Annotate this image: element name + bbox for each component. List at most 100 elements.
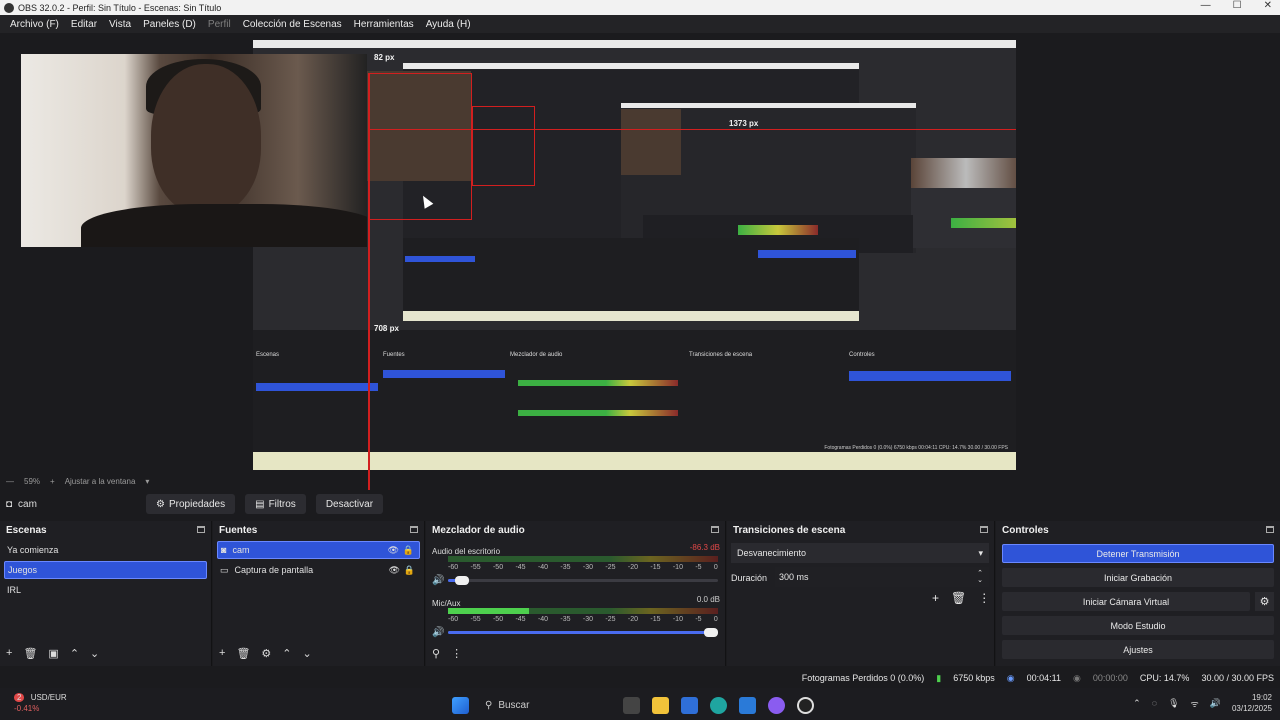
scale-tick: -30: [582, 616, 594, 623]
task-view-icon[interactable]: [623, 696, 640, 714]
menu-paneles[interactable]: Paneles (D): [137, 19, 202, 30]
duration-input[interactable]: 300 ms ⌃ ⌄: [775, 567, 989, 587]
properties-button[interactable]: ⚙ Propiedades: [146, 494, 236, 514]
scenes-toolbar: + 🗑 ▣ ⌃ ⌄: [6, 647, 99, 660]
source-item-selected[interactable]: ◙ cam 👁 🔒: [217, 541, 420, 559]
eye-icon[interactable]: 👁: [389, 565, 400, 576]
link-icon[interactable]: ⚲: [432, 647, 440, 660]
more-icon[interactable]: ⋮: [451, 647, 462, 660]
properties-label: Propiedades: [168, 498, 226, 510]
zoom-plus[interactable]: +: [50, 477, 55, 486]
volume-slider[interactable]: [448, 576, 718, 585]
trash-icon[interactable]: 🗑: [236, 647, 250, 660]
volume-slider[interactable]: [448, 628, 718, 637]
menu-bar: Archivo (F) Editar Vista Paneles (D) Per…: [0, 15, 1280, 33]
menu-editar[interactable]: Editar: [65, 19, 103, 30]
zoom-level[interactable]: 59%: [24, 477, 40, 486]
windows-start-icon[interactable]: [452, 696, 469, 714]
eye-icon[interactable]: 👁: [388, 545, 399, 556]
scale-tick: -25: [605, 616, 616, 623]
volume-knob[interactable]: [704, 628, 718, 637]
chevron-up-icon[interactable]: ⌃: [1133, 698, 1141, 709]
scale-tick: -30: [582, 564, 594, 571]
zoom-bar: — 59% + Ajustar a la ventana ▾: [0, 473, 1280, 489]
start-recording-button[interactable]: Iniciar Grabación: [1002, 568, 1274, 587]
obs-taskbar-icon[interactable]: [797, 696, 814, 714]
mixer-channel-desktop: Audio del escritorio -86.3 dB -60 -55 -50-…: [432, 543, 722, 586]
taskbar-search[interactable]: ⚲ Buscar: [481, 694, 611, 716]
measure-top-label: 82 px: [374, 53, 395, 62]
edge-icon[interactable]: [710, 696, 727, 714]
studio-mode-button[interactable]: Modo Estudio: [1002, 616, 1274, 635]
dock-menu-icon[interactable]: [1266, 526, 1274, 533]
scene-item-selected[interactable]: Juegos: [4, 561, 207, 579]
volume-knob[interactable]: [454, 576, 469, 585]
wifi-icon[interactable]: ᯤ: [1191, 697, 1199, 710]
chevron-down-icon[interactable]: ▾: [145, 477, 149, 486]
scene-item[interactable]: IRL: [4, 581, 207, 599]
lock-icon[interactable]: 🔒: [404, 565, 415, 576]
network-icon[interactable]: ◌: [1152, 698, 1157, 708]
ticker-widget[interactable]: 2 USD/EUR -0.41%: [14, 692, 67, 714]
outlook-icon[interactable]: [739, 696, 756, 714]
menu-herramientas[interactable]: Herramientas: [348, 19, 420, 30]
add-icon[interactable]: +: [219, 647, 225, 660]
mini-scenes-title: Escenas: [256, 352, 280, 358]
menu-ayuda[interactable]: Ayuda (H): [420, 19, 477, 30]
zoom-fit-select[interactable]: Ajustar a la ventana: [65, 477, 136, 486]
chevron-up-icon[interactable]: ⌃: [70, 647, 79, 660]
add-icon[interactable]: +: [932, 591, 939, 605]
trash-icon[interactable]: 🗑: [951, 591, 966, 605]
signal-icon: ▮: [936, 672, 942, 683]
mini-mixer-title: Mezclador de audio: [510, 352, 563, 358]
clock[interactable]: 19:02 03/12/2025: [1232, 692, 1272, 714]
store-icon[interactable]: [681, 696, 698, 714]
trash-icon[interactable]: 🗑: [23, 647, 37, 660]
settings-button[interactable]: Ajustes: [1002, 640, 1274, 659]
scene-item[interactable]: Ya comienza: [4, 541, 207, 559]
minimize-button[interactable]: —: [1201, 0, 1211, 11]
filter-icon[interactable]: ▣: [48, 647, 58, 660]
start-virtual-camera-button[interactable]: Iniciar Cámara Virtual: [1002, 592, 1250, 611]
gear-icon[interactable]: ⚙: [1255, 592, 1274, 611]
monitor-icon: ▭: [220, 564, 229, 575]
dock-menu-icon[interactable]: [410, 526, 418, 533]
menu-vista[interactable]: Vista: [103, 19, 137, 30]
chevron-down-icon[interactable]: ⌄: [303, 647, 312, 660]
source-item[interactable]: ▭ Captura de pantalla 👁 🔒: [217, 561, 420, 579]
messenger-icon[interactable]: [768, 696, 785, 714]
add-icon[interactable]: +: [6, 647, 12, 660]
speaker-icon[interactable]: 🔊: [432, 627, 444, 638]
transitions-dock: Transiciones de escena Desvanecimiento ▾…: [727, 521, 995, 666]
menu-archivo[interactable]: Archivo (F): [4, 19, 65, 30]
volume-icon[interactable]: 🔊: [1210, 698, 1221, 709]
maximize-button[interactable]: ☐: [1233, 0, 1242, 11]
chevron-down-icon[interactable]: ⌄: [90, 647, 99, 660]
dock-menu-icon[interactable]: [711, 526, 719, 533]
duration-label: Duración: [731, 573, 768, 583]
deactivate-button[interactable]: Desactivar: [315, 494, 384, 514]
gear-icon[interactable]: ⚙: [261, 647, 271, 660]
microphone-icon[interactable]: 🎙: [1168, 698, 1179, 709]
dock-menu-icon[interactable]: [197, 526, 205, 533]
menu-perfil[interactable]: Perfil: [202, 19, 237, 30]
stop-streaming-button[interactable]: Detener Transmisión: [1002, 544, 1274, 563]
spin-icon[interactable]: ⌃ ⌄: [977, 570, 983, 584]
channel-scale: -60 -55 -50 -45 -40 -35 -30 -25 -20 -15 -10 -5 0: [448, 564, 718, 571]
measure-bottom-label: 708 px: [374, 324, 399, 333]
search-label: Buscar: [498, 699, 530, 711]
menu-coleccion-escenas[interactable]: Colección de Escenas: [237, 19, 348, 30]
mini-meter-mic: [518, 410, 678, 416]
zoom-minus[interactable]: —: [6, 477, 14, 486]
dock-menu-icon[interactable]: [980, 526, 988, 533]
more-icon[interactable]: ⋮: [978, 591, 990, 605]
lock-icon[interactable]: 🔒: [403, 545, 414, 556]
file-explorer-icon[interactable]: [652, 696, 669, 714]
scale-tick: 0: [713, 564, 718, 571]
close-button[interactable]: ✕: [1264, 0, 1272, 11]
deactivate-label: Desactivar: [325, 498, 374, 510]
speaker-icon[interactable]: 🔊: [432, 575, 444, 586]
chevron-up-icon[interactable]: ⌃: [282, 647, 291, 660]
filters-button[interactable]: ▤ Filtros: [245, 494, 306, 514]
transition-select[interactable]: Desvanecimiento ▾: [731, 543, 989, 563]
